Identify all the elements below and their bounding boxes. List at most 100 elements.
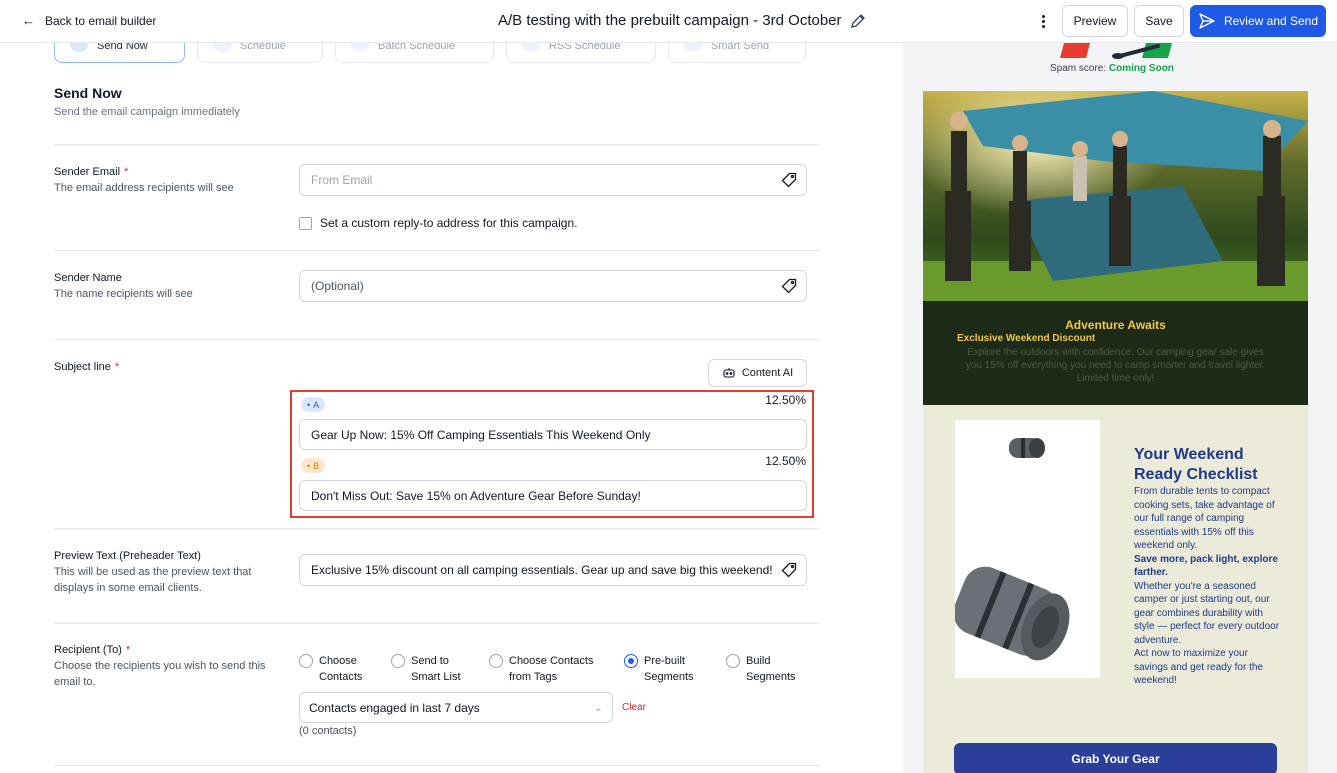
label-text: Recipient (To) [54, 644, 122, 656]
campaign-title: A/B testing with the prebuilt campaign -… [498, 12, 866, 29]
variant-a-badge: • A [301, 397, 326, 412]
tab-label: Schedule [240, 43, 286, 52]
content-ai-label: Content AI [741, 367, 794, 379]
sender-email-description: The email address recipients will see [54, 182, 234, 194]
variant-b-subject-input[interactable]: Don't Miss Out: Save 15% on Adventure Ge… [299, 480, 807, 511]
variant-a-subject-input[interactable]: Gear Up Now: 15% Off Camping Essentials … [299, 419, 807, 450]
hero-heading: Adventure Awaits [1065, 318, 1166, 332]
section-subtitle: Send the email campaign immediately [54, 106, 240, 118]
radio-line2: from Tags [509, 671, 558, 683]
grab-your-gear-button[interactable]: Grab Your Gear [954, 743, 1277, 773]
radio-send-to-smart-list[interactable]: Send to Smart List [391, 653, 489, 685]
recipient-description: Choose the recipients you wish to send t… [54, 660, 266, 688]
back-label: Back to email builder [45, 13, 157, 28]
required-marker: * [124, 166, 129, 178]
divider [54, 250, 820, 251]
radio-indicator [489, 654, 503, 668]
custom-reply-to-checkbox[interactable] [299, 216, 312, 230]
spam-score-value: Coming Soon [1108, 63, 1174, 74]
review-and-send-label: Review and Send [1223, 14, 1319, 28]
checklist-paragraph-1: From durable tents to compact cooking se… [1134, 486, 1275, 551]
more-options-icon[interactable] [1036, 11, 1050, 31]
tab-schedule[interactable]: Schedule [197, 43, 323, 63]
send-settings-form: Send Now Schedule Batch Schedule RSS Sch… [0, 43, 903, 773]
contact-count: (0 contacts) [299, 725, 357, 737]
save-button[interactable]: Save [1134, 5, 1184, 37]
custom-reply-to-row[interactable]: Set a custom reply-to address for this c… [299, 216, 577, 230]
sender-name-description: The name recipients will see [54, 288, 193, 300]
variant-b-percent: 12.50% [765, 454, 806, 468]
email-preview-panel: Spam score: Coming Soon Adventure Awaits… [903, 43, 1337, 773]
hero-body: Explore the outdoors with confidence. Ou… [965, 347, 1266, 384]
tab-batch-schedule[interactable]: Batch Schedule [335, 43, 494, 63]
tab-label: Send Now [97, 43, 148, 52]
radio-line1: Choose [319, 655, 357, 667]
radio-label: Send to Smart List [411, 653, 461, 685]
radio-indicator [726, 654, 740, 668]
smart-send-icon [683, 43, 703, 52]
tab-rss-schedule[interactable]: RSS Schedule [506, 43, 656, 63]
badge-text: A [313, 399, 320, 410]
tab-send-now[interactable]: Send Now [54, 43, 185, 63]
radio-indicator [391, 654, 405, 668]
segment-select[interactable]: Contacts engaged in last 7 days ⌄ [299, 692, 613, 723]
radio-indicator-selected [624, 654, 638, 668]
tab-smart-send[interactable]: Smart Send [668, 43, 806, 63]
radio-label: Build Segments [746, 653, 796, 685]
recipient-type-options: Choose Contacts Send to Smart List Choose … [299, 653, 806, 685]
variant-b-badge: • B [301, 458, 326, 473]
tab-label: Batch Schedule [378, 43, 456, 52]
divider [54, 339, 820, 340]
hero-image [923, 91, 1308, 301]
checklist-paragraph-2: Whether you're a seasoned camper or just… [1134, 580, 1280, 646]
rss-icon [521, 43, 541, 52]
recipient-label: Recipient (To) * [54, 643, 130, 658]
custom-reply-to-label: Set a custom reply-to address for this c… [320, 216, 578, 230]
tag-icon[interactable] [781, 172, 797, 188]
email-preview: Adventure Awaits Exclusive Weekend Disco… [923, 91, 1308, 773]
divider [54, 528, 820, 529]
radio-line1: Choose Contacts [509, 655, 594, 667]
pencil-icon[interactable] [850, 13, 866, 29]
radio-build-segments[interactable]: Build Segments [726, 653, 806, 685]
clear-segment-link[interactable]: Clear [622, 702, 646, 713]
variant-a-percent: 12.50% [765, 393, 806, 407]
batch-icon [350, 43, 370, 52]
preview-text-description: This will be used as the preview text th… [54, 566, 252, 594]
radio-line2: Contacts [319, 671, 363, 683]
radio-line2: Segments [644, 671, 694, 683]
required-marker: * [114, 361, 120, 373]
review-and-send-button[interactable]: Review and Send [1190, 5, 1326, 37]
preview-text-field[interactable]: Exclusive 15% discount on all camping es… [299, 554, 807, 586]
radio-label: Choose Contacts from Tags [509, 653, 593, 685]
hero-subheading: Exclusive Weekend Discount [957, 333, 1096, 344]
label-text: Sender Email [54, 166, 121, 178]
radio-contacts-from-tags[interactable]: Choose Contacts from Tags [489, 653, 624, 685]
preview-text-value: Exclusive 15% discount on all camping es… [311, 563, 773, 577]
divider [54, 765, 820, 766]
radio-choose-contacts[interactable]: Choose Contacts [299, 653, 391, 685]
divider [54, 144, 820, 145]
divider [54, 623, 820, 624]
radio-label: Pre-built Segments [644, 653, 694, 685]
content-ai-button[interactable]: Content AI [708, 359, 807, 387]
send-now-icon [69, 43, 89, 52]
checklist-section: Your Weekend Ready Checklist From durabl… [923, 405, 1308, 773]
sender-name-field[interactable]: (Optional) [299, 270, 807, 302]
dot-icon: • [307, 460, 311, 471]
top-bar: ← Back to email builder A/B testing with… [0, 0, 1337, 43]
chevron-down-icon: ⌄ [593, 702, 603, 714]
radio-line1: Send to [411, 655, 449, 667]
badge-text: B [313, 460, 320, 471]
sender-email-field[interactable]: From Email [299, 164, 807, 196]
radio-line2: Smart List [411, 671, 461, 683]
back-to-builder-link[interactable]: ← Back to email builder [22, 13, 156, 28]
tag-icon[interactable] [781, 562, 797, 578]
preview-text-label: Preview Text (Preheader Text) [54, 550, 201, 562]
radio-line1: Build [746, 655, 771, 667]
campaign-title-text: A/B testing with the prebuilt campaign -… [498, 12, 842, 29]
checklist-paragraph-3: Act now to maximize your savings and get… [1134, 648, 1263, 686]
preview-button[interactable]: Preview [1062, 5, 1128, 37]
tag-icon[interactable] [781, 278, 797, 294]
radio-prebuilt-segments[interactable]: Pre-built Segments [624, 653, 726, 685]
